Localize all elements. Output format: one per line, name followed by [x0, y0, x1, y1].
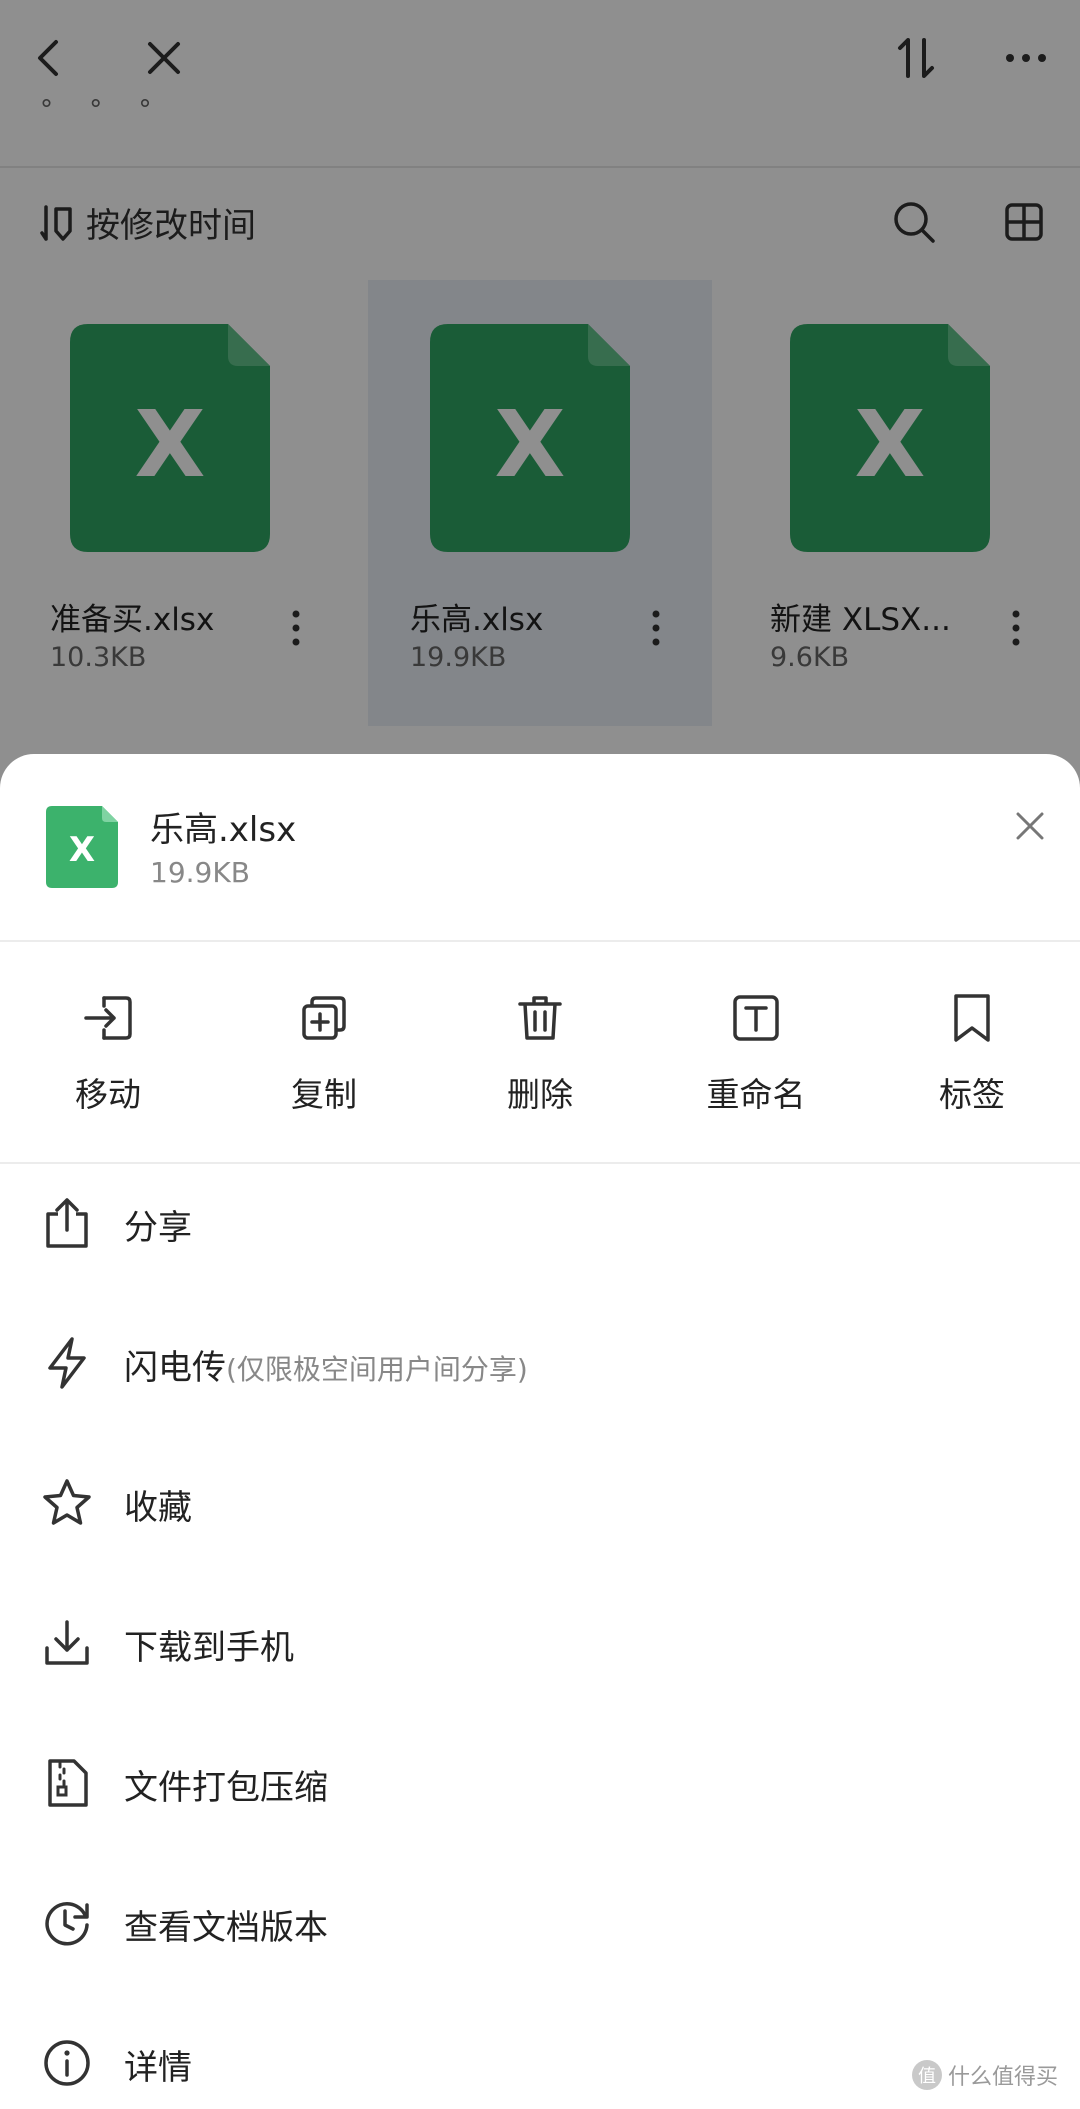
quick-actions-row: 移动 复制 删除 重命名 标签	[0, 944, 1080, 1162]
delete-button[interactable]: 删除	[432, 944, 648, 1162]
share-icon	[38, 1194, 96, 1252]
tag-label: 标签	[939, 1075, 1005, 1114]
menu-item-flash-transfer[interactable]: 闪电传(仅限极空间用户间分享)	[0, 1304, 1080, 1424]
history-icon	[38, 1894, 96, 1952]
watermark: 值 什么值得买	[911, 2059, 1058, 2091]
menu-label: 文件打包压缩	[124, 1768, 328, 1808]
move-button[interactable]: 移动	[0, 944, 216, 1162]
menu-label: 下载到手机	[124, 1628, 294, 1668]
file-actions-sheet: X 乐高.xlsx 19.9KB 移动 复制 删除 重命名 标签 分享 闪电传(…	[0, 754, 1080, 2109]
move-icon	[80, 990, 136, 1046]
trash-icon	[512, 990, 568, 1046]
move-label: 移动	[75, 1075, 141, 1114]
tag-button[interactable]: 标签	[864, 944, 1080, 1162]
excel-file-icon: X	[46, 806, 118, 888]
sheet-file-name: 乐高.xlsx	[150, 810, 297, 850]
download-icon	[38, 1614, 96, 1672]
lightning-icon	[38, 1334, 96, 1392]
menu-item-compress[interactable]: 文件打包压缩	[0, 1724, 1080, 1844]
sheet-file-size: 19.9KB	[150, 856, 250, 889]
copy-label: 复制	[291, 1075, 357, 1114]
sheet-header: X 乐高.xlsx 19.9KB	[0, 754, 1080, 942]
divider	[0, 940, 1080, 942]
menu-label: 分享	[124, 1208, 192, 1248]
file-icon-letter: X	[69, 830, 95, 870]
menu-item-versions[interactable]: 查看文档版本	[0, 1864, 1080, 1984]
menu-hint: (仅限极空间用户间分享)	[226, 1353, 528, 1386]
zip-file-icon	[38, 1754, 96, 1812]
rename-icon	[728, 990, 784, 1046]
copy-button[interactable]: 复制	[216, 944, 432, 1162]
close-icon	[1016, 812, 1044, 840]
menu-label: 闪电传(仅限极空间用户间分享)	[124, 1348, 528, 1388]
watermark-logo: 值	[911, 2060, 942, 2090]
menu-label: 详情	[124, 2048, 192, 2088]
star-icon	[38, 1474, 96, 1532]
menu-item-share[interactable]: 分享	[0, 1164, 1080, 1284]
watermark-text: 什么值得买	[947, 2065, 1058, 2090]
sheet-close-button[interactable]	[1006, 802, 1054, 850]
menu-item-download[interactable]: 下载到手机	[0, 1584, 1080, 1704]
bookmark-icon	[944, 990, 1000, 1046]
menu-label: 查看文档版本	[124, 1908, 328, 1948]
menu-item-details[interactable]: 详情	[0, 2004, 1080, 2109]
delete-label: 删除	[507, 1075, 573, 1114]
menu-item-favorite[interactable]: 收藏	[0, 1444, 1080, 1564]
copy-icon	[296, 990, 352, 1046]
rename-button[interactable]: 重命名	[648, 944, 864, 1162]
info-icon	[38, 2034, 96, 2092]
rename-label: 重命名	[706, 1075, 806, 1114]
menu-label: 收藏	[124, 1488, 192, 1528]
